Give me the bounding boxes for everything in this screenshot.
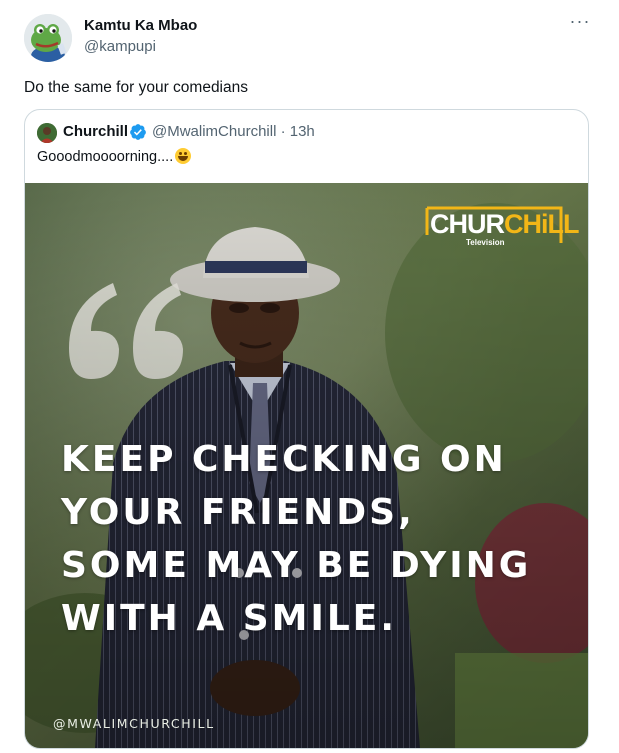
logo-text-accent: CHiLL [504, 209, 579, 239]
quote-line: WITH A SMILE. [61, 598, 398, 639]
quoted-author-avatar[interactable] [37, 123, 57, 143]
quoted-tweet-text: Gooodmoooorning.... [37, 148, 192, 165]
quoted-author-name[interactable]: Churchill [63, 123, 128, 140]
tweet: Kamtu Ka Mbao @kampupi ··· Do the same f… [0, 0, 619, 753]
author-name[interactable]: Kamtu Ka Mbao [84, 17, 197, 34]
logo-subtitle: Television [466, 238, 505, 247]
frog-avatar-icon [24, 14, 72, 62]
logo-text-main: CHUR [430, 209, 505, 239]
grinning-face-emoji-icon [175, 148, 192, 164]
quoted-tweet[interactable]: Churchill @MwalimChurchill · 13h Gooodmo… [24, 109, 589, 749]
more-options-icon[interactable]: ··· [567, 12, 593, 34]
watermark-text: @MWALIMCHURCHILL [53, 716, 215, 731]
quote-line: YOUR FRIENDS, [61, 492, 415, 533]
quote-line: KEEP CHECKING ON [61, 439, 507, 480]
quoted-tweet-text-body: Gooodmoooorning.... [37, 149, 174, 165]
tweet-text: Do the same for your comedians [24, 79, 248, 96]
author-handle[interactable]: @kampupi [84, 38, 156, 55]
quoted-media-image[interactable]: CHURCHiLL Television KEEP CHECKING ON YO… [25, 183, 588, 748]
quoted-author-handle-time[interactable]: @MwalimChurchill · 13h [152, 123, 315, 140]
quote-text: KEEP CHECKING ON YOUR FRIENDS, SOME MAY … [61, 433, 581, 645]
churchill-television-logo: CHURCHiLL Television [424, 205, 579, 249]
verified-badge-icon [130, 124, 146, 140]
person-avatar-icon [37, 123, 57, 143]
quote-line: SOME MAY BE DYING [61, 545, 532, 586]
author-avatar[interactable] [24, 14, 72, 62]
